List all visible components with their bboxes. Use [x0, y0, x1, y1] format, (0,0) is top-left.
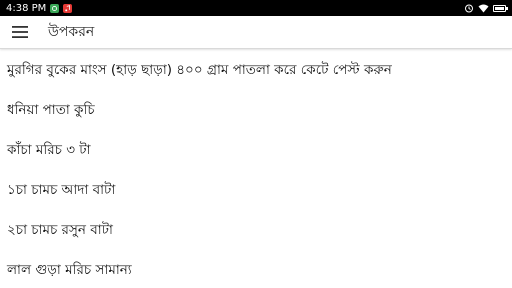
status-time: 4:38 PM — [6, 2, 47, 14]
wifi-icon — [478, 4, 489, 13]
ingredient-item: ২চা চামচ রসুন বাটা — [7, 222, 113, 238]
music-icon — [63, 3, 73, 13]
ingredient-item: কাঁচা মরিচ ৩ টা — [7, 142, 91, 158]
battery-level — [495, 6, 504, 10]
ingredient-item: ১চা চামচ আদা বাটা — [7, 182, 116, 198]
status-right — [464, 3, 508, 13]
battery-icon — [493, 4, 508, 12]
whatsapp-icon — [50, 3, 60, 13]
ingredient-item: মুরগির বুকের মাংস (হাড় ছাড়া) ৪০০ গ্রাম… — [7, 62, 392, 78]
status-bar: 4:38 PM — [0, 0, 512, 16]
ingredient-item: লাল গুড়া মরিচ সামান্য — [7, 262, 132, 278]
ingredient-item: ধনিয়া পাতা কুচি — [7, 102, 95, 118]
hamburger-menu-icon[interactable] — [5, 17, 35, 47]
alarm-icon — [464, 3, 474, 13]
page-title: উপকরন — [48, 24, 95, 40]
app-bar: উপকরন — [0, 16, 512, 49]
status-left: 4:38 PM — [6, 2, 73, 14]
